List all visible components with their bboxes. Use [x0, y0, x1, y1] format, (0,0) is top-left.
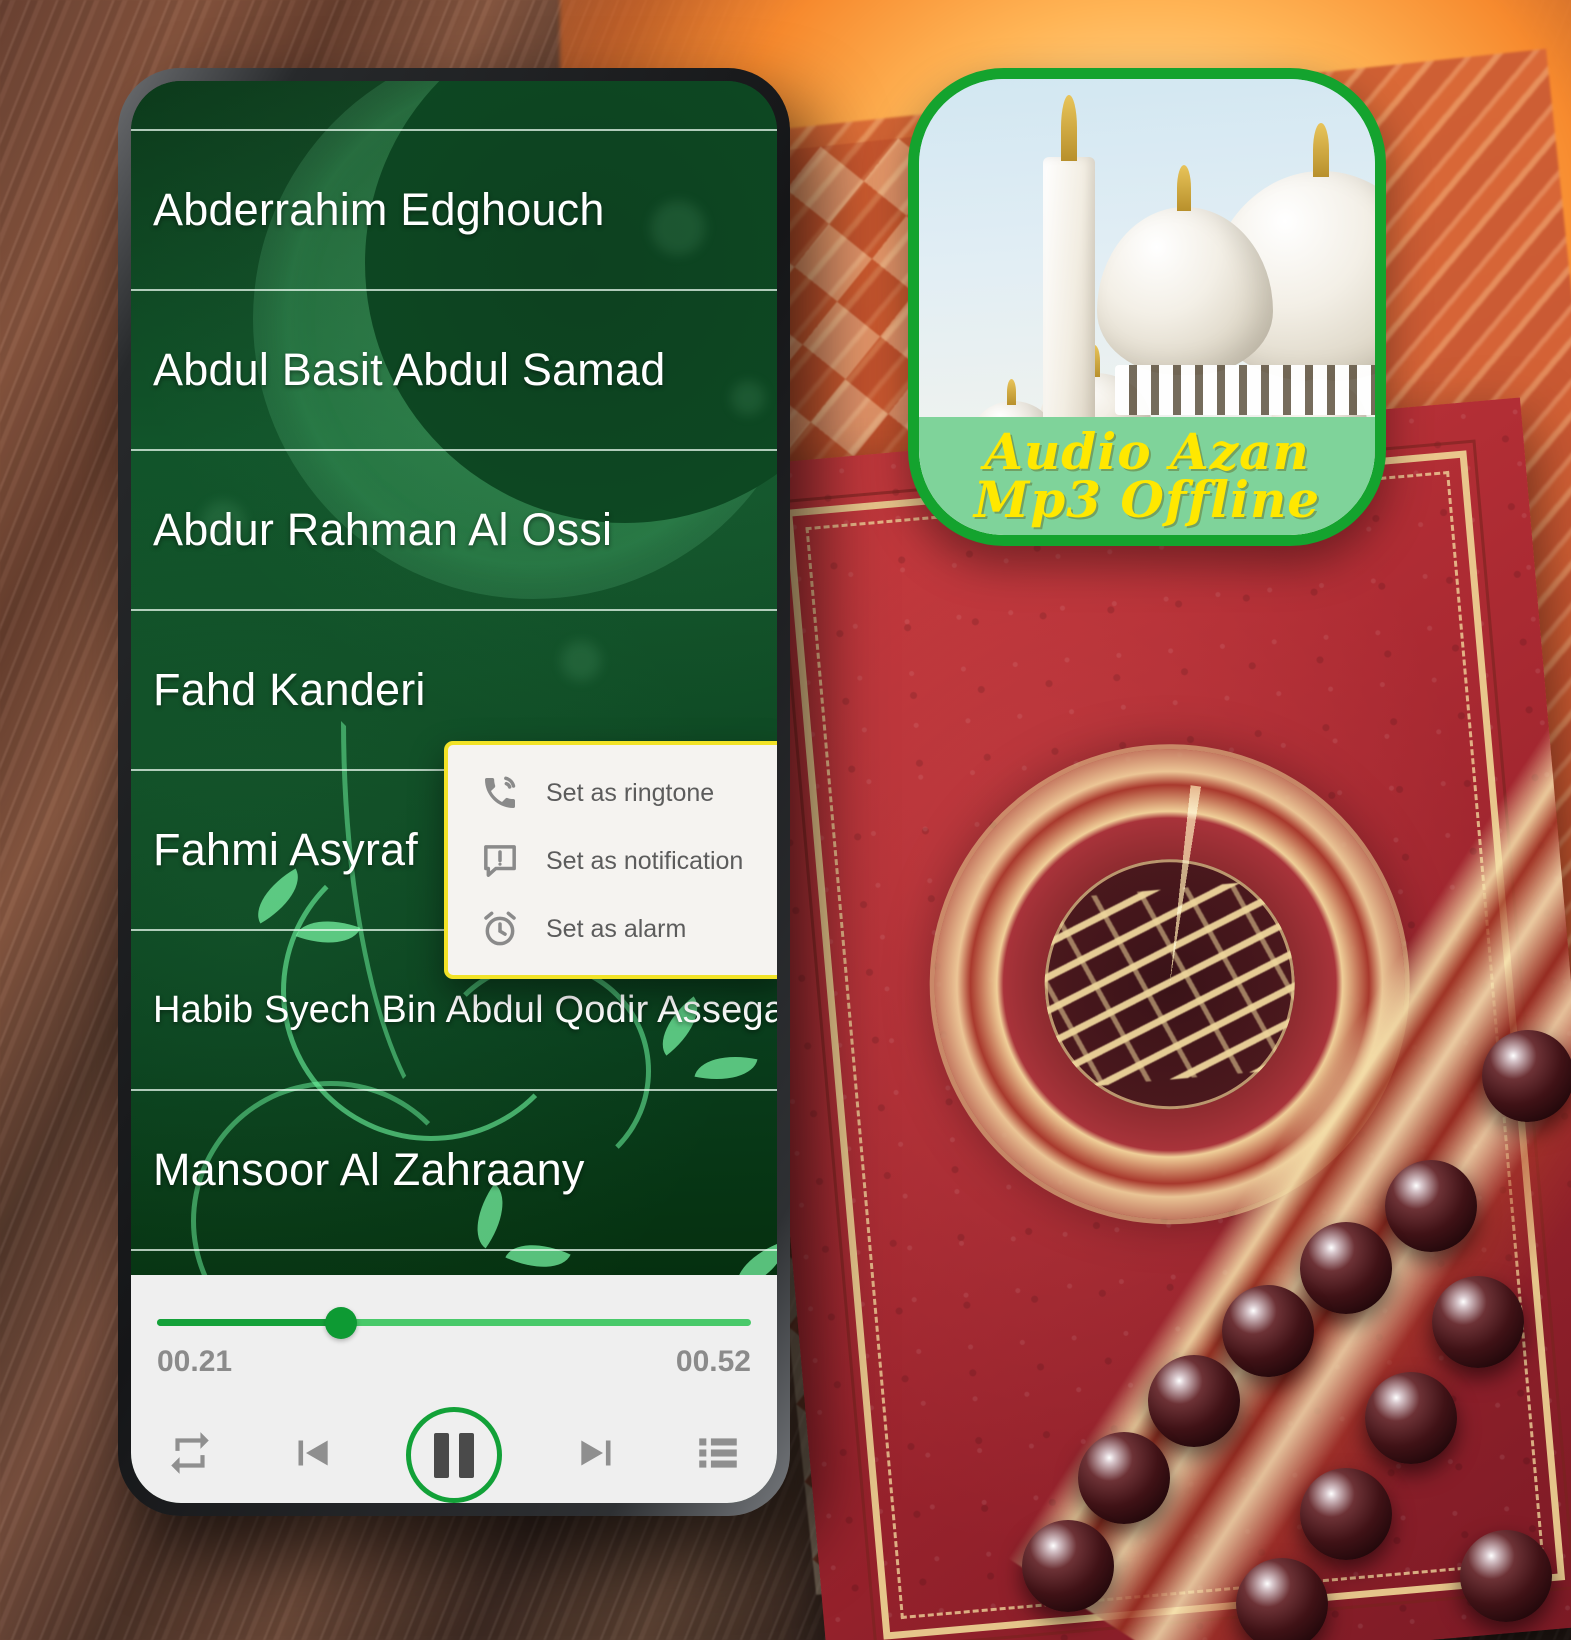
time-labels: 00.21 00.52	[157, 1345, 751, 1379]
prayer-bead	[1148, 1355, 1240, 1447]
prayer-bead	[1385, 1160, 1477, 1252]
dome-finial	[1007, 379, 1016, 405]
playback-controls	[153, 1407, 755, 1503]
list-item[interactable]: Abdur Rahman Al Ossi	[131, 451, 777, 611]
phone-mockup: Abderrahim Edghouch Abdul Basit Abdul Sa…	[118, 68, 790, 1516]
prayer-bead	[1460, 1530, 1552, 1622]
seek-thumb[interactable]	[325, 1307, 358, 1339]
mosque-arcade	[1115, 365, 1375, 415]
app-icon-label: Audio Azan Mp3 Offline	[919, 417, 1375, 535]
menu-item-label: Set as alarm	[546, 914, 687, 943]
phone-ringtone-icon	[474, 770, 526, 816]
app-title-line-2: Mp3 Offline	[973, 470, 1321, 529]
menu-item-set-as-ringtone[interactable]: Set as ringtone	[448, 759, 777, 827]
prayer-bead	[1022, 1520, 1114, 1612]
prayer-bead	[1365, 1372, 1457, 1464]
reciter-name: Abdul Basit Abdul Samad	[153, 344, 666, 395]
pause-bar	[434, 1432, 449, 1478]
total-time: 00.52	[675, 1345, 751, 1378]
seek-fill	[157, 1319, 342, 1326]
seek-bar[interactable]	[157, 1307, 751, 1339]
reciter-list[interactable]: Abderrahim Edghouch Abdul Basit Abdul Sa…	[131, 81, 777, 1275]
current-time: 00.21	[157, 1345, 233, 1378]
next-button[interactable]	[573, 1428, 623, 1483]
reciter-name: Habib Syech Bin Abdul Qodir Assegaf	[153, 988, 777, 1031]
prayer-bead	[1300, 1468, 1392, 1560]
book-arabic-calligraphy	[1034, 848, 1306, 1120]
previous-button[interactable]	[286, 1428, 336, 1483]
menu-item-set-as-notification[interactable]: Set as notification	[448, 827, 777, 895]
phone-screen: Abderrahim Edghouch Abdul Basit Abdul Sa…	[131, 81, 777, 1503]
prayer-bead	[1482, 1030, 1571, 1122]
playlist-button[interactable]	[693, 1428, 743, 1483]
prayer-bead	[1078, 1432, 1170, 1524]
list-item[interactable]: Mansoor Al Zahraany	[131, 1091, 777, 1251]
app-title-line-1: Audio Azan	[984, 422, 1310, 481]
promo-screenshot-scene: Abderrahim Edghouch Abdul Basit Abdul Sa…	[0, 0, 1571, 1640]
pause-bar	[459, 1432, 474, 1478]
reciter-name: Fahmi Asyraf	[153, 824, 418, 875]
mosque-minaret	[1043, 157, 1095, 457]
audio-player-panel: 00.21 00.52	[131, 1275, 777, 1503]
playlist-list-icon	[693, 1428, 743, 1483]
pause-icon	[429, 1432, 479, 1478]
skip-next-icon	[573, 1428, 623, 1483]
list-item[interactable]: Abdul Basit Abdul Samad	[131, 291, 777, 451]
menu-item-label: Set as notification	[546, 846, 744, 875]
reciter-name: Mansoor Al Zahraany	[153, 1144, 585, 1195]
minaret-finial	[1061, 95, 1077, 161]
alarm-clock-icon	[474, 906, 526, 952]
dome-finial	[1177, 165, 1191, 211]
prayer-bead	[1432, 1276, 1524, 1368]
reciter-name: Fahd Kanderi	[153, 664, 426, 715]
repeat-button[interactable]	[165, 1428, 215, 1483]
repeat-icon	[165, 1428, 215, 1483]
list-item[interactable]: Abderrahim Edghouch	[131, 131, 777, 291]
menu-item-label: Set as ringtone	[546, 778, 715, 807]
reciter-name: Abdur Rahman Al Ossi	[153, 504, 613, 555]
app-icon[interactable]: Audio Azan Mp3 Offline	[908, 68, 1386, 546]
prayer-bead	[1236, 1558, 1328, 1640]
context-menu[interactable]: Set as ringtone Set as notification Set …	[444, 741, 777, 979]
notification-chat-alert-icon	[474, 838, 526, 884]
prayer-bead	[1300, 1222, 1392, 1314]
menu-item-set-as-alarm[interactable]: Set as alarm	[448, 895, 777, 963]
dome-finial	[1313, 123, 1329, 177]
list-item[interactable]	[131, 81, 777, 131]
pause-button[interactable]	[406, 1407, 502, 1503]
skip-previous-icon	[286, 1428, 336, 1483]
prayer-bead	[1222, 1285, 1314, 1377]
reciter-name: Abderrahim Edghouch	[153, 184, 605, 235]
